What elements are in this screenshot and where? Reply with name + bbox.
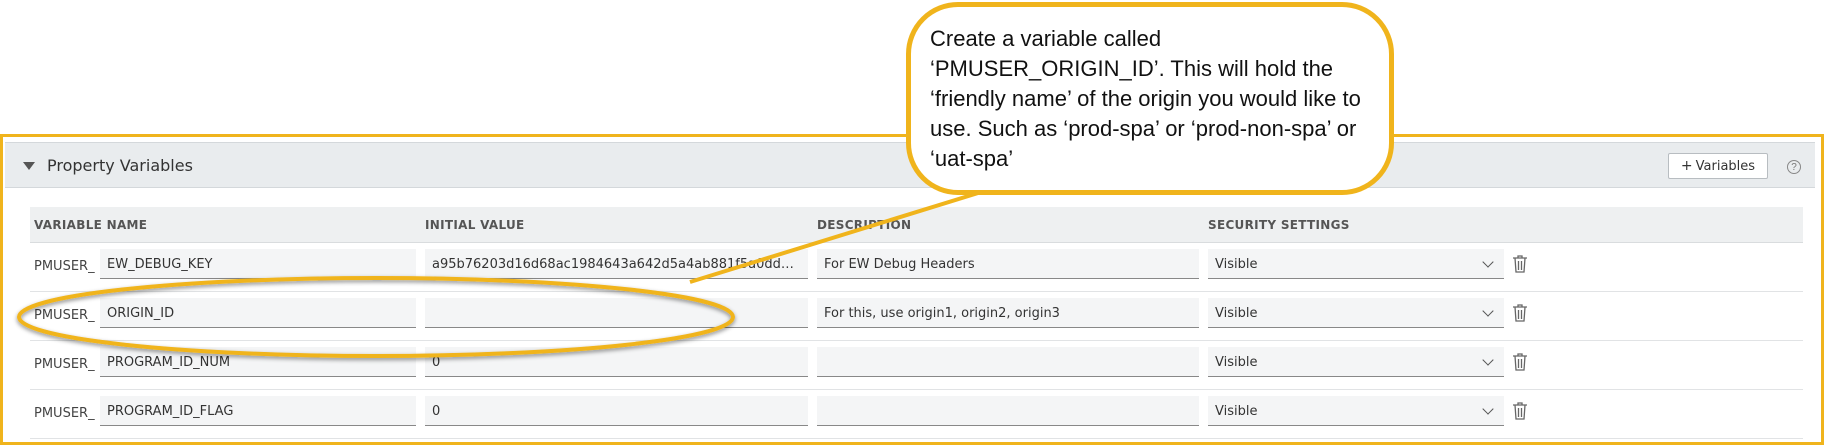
variable-prefix: PMUSER_ [34,308,95,323]
property-variables-panel: Property Variables + Variables ? VARIABL… [5,142,1815,440]
variable-name-field[interactable]: EW_DEBUG_KEY [100,249,416,279]
chevron-down-icon [1482,354,1494,366]
column-header-security-settings: SECURITY SETTINGS [1208,218,1350,232]
description-field[interactable]: For this, use origin1, origin2, origin3 [817,298,1199,328]
column-header-description: DESCRIPTION [817,218,912,232]
security-select[interactable]: Visible [1208,249,1504,279]
table-row: PMUSER_ PROGRAM_ID_FLAG 0 Visible [30,389,1803,439]
trash-icon[interactable] [1512,401,1528,421]
panel-title: Property Variables [47,156,193,175]
add-variables-label: Variables [1695,158,1756,174]
security-select[interactable]: Visible [1208,347,1504,377]
initial-value-field[interactable]: 0 [425,347,808,377]
variable-name-field[interactable]: ORIGIN_ID [100,298,416,328]
description-field[interactable] [817,347,1199,377]
variable-name-field[interactable]: PROGRAM_ID_FLAG [100,396,416,426]
security-select[interactable]: Visible [1208,298,1504,328]
callout-text: Create a variable called ‘PMUSER_ORIGIN_… [930,26,1361,171]
security-value: Visible [1215,257,1258,272]
description-field[interactable] [817,396,1199,426]
trash-icon[interactable] [1512,303,1528,323]
help-icon[interactable]: ? [1787,160,1801,174]
security-value: Visible [1215,404,1258,419]
security-select[interactable]: Visible [1208,396,1504,426]
table-row: PMUSER_ ORIGIN_ID For this, use origin1,… [30,291,1803,341]
initial-value-field[interactable]: 0 [425,396,808,426]
table-header: VARIABLE NAME INITIAL VALUE DESCRIPTION … [30,207,1803,243]
initial-value-field[interactable]: a95b76203d16d68ac1984643a642d5a4ab881f5a… [425,249,808,279]
caret-down-icon[interactable] [23,162,35,170]
table-row: PMUSER_ EW_DEBUG_KEY a95b76203d16d68ac19… [30,242,1803,292]
chevron-down-icon [1482,305,1494,317]
table-row: PMUSER_ PROGRAM_ID_NUM 0 Visible [30,340,1803,390]
column-header-initial-value: INITIAL VALUE [425,218,525,232]
plus-icon: + [1680,158,1693,174]
variable-name-field[interactable]: PROGRAM_ID_NUM [100,347,416,377]
variable-prefix: PMUSER_ [34,406,95,421]
variable-prefix: PMUSER_ [34,357,95,372]
chevron-down-icon [1482,403,1494,415]
add-variables-button[interactable]: + Variables [1668,153,1768,179]
description-field[interactable]: For EW Debug Headers [817,249,1199,279]
chevron-down-icon [1482,256,1494,268]
initial-value-field[interactable] [425,298,808,328]
trash-icon[interactable] [1512,254,1528,274]
security-value: Visible [1215,306,1258,321]
security-value: Visible [1215,355,1258,370]
column-header-variable-name: VARIABLE NAME [34,218,148,232]
variable-prefix: PMUSER_ [34,259,95,274]
trash-icon[interactable] [1512,352,1528,372]
